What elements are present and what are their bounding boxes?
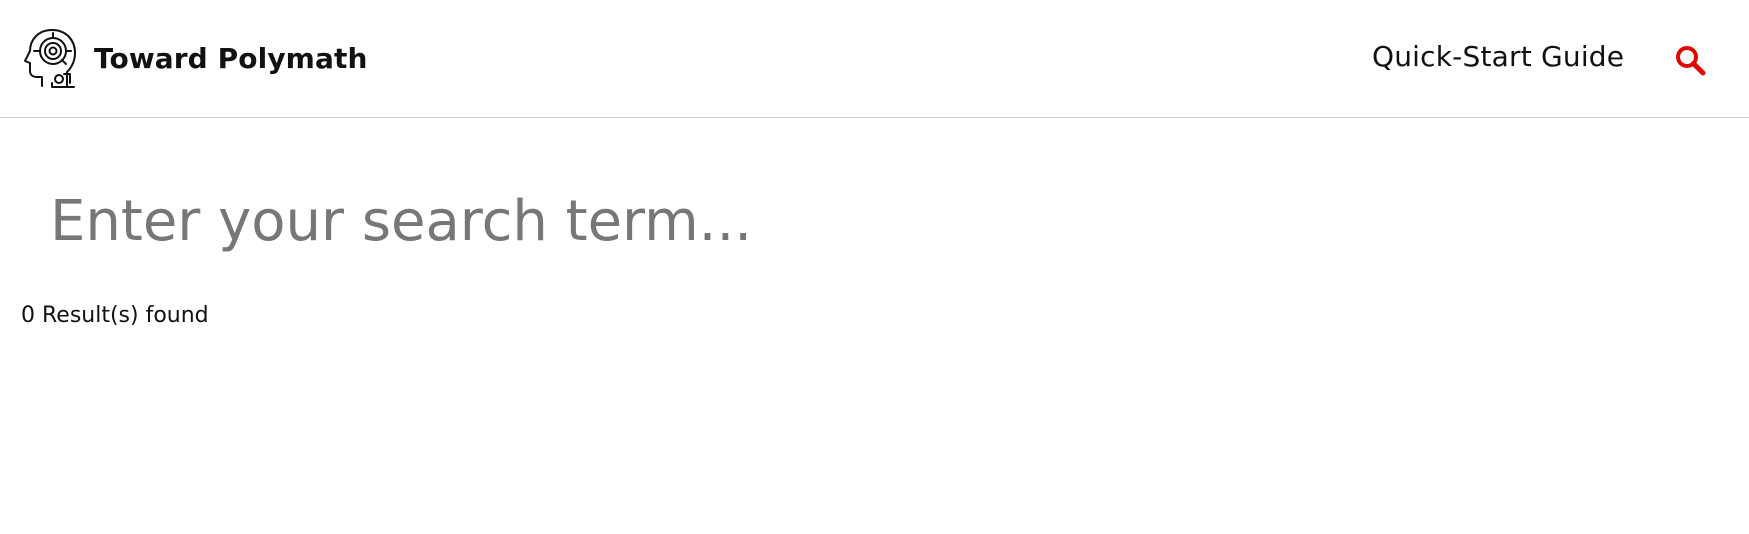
brand-home-link[interactable]: Toward Polymath <box>22 26 367 90</box>
search-icon <box>1676 46 1706 76</box>
ai-head-icon <box>24 29 76 88</box>
nav-quick-start-guide[interactable]: Quick-Start Guide <box>1372 40 1624 73</box>
search-button[interactable] <box>1672 42 1708 78</box>
result-count: 0 Result(s) found <box>21 303 209 328</box>
search-input[interactable] <box>30 181 1130 261</box>
brand-title: Toward Polymath <box>94 41 368 75</box>
site-header: Toward Polymath Quick-Start Guide <box>0 0 1749 118</box>
